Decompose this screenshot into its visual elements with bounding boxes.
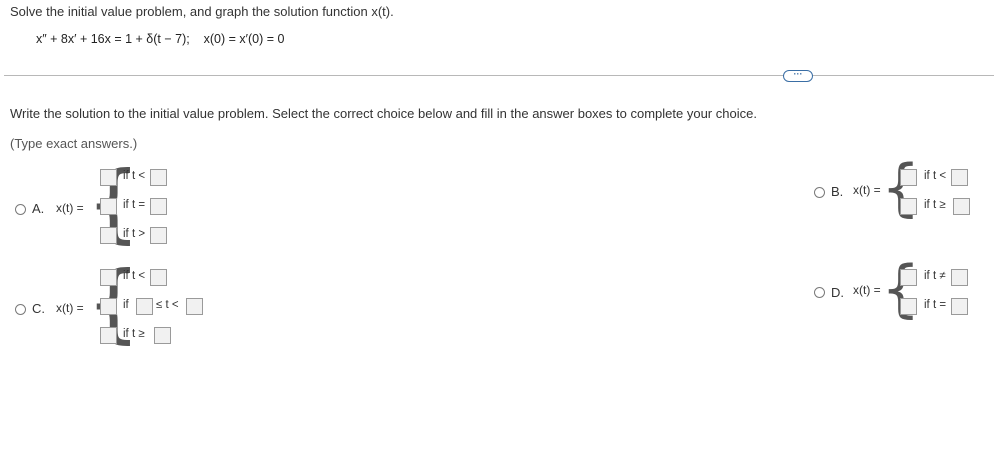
instructions-text: Write the solution to the initial value … [10,106,757,121]
choice-c-cond-1: if t < [123,270,146,282]
choice-c-bound-3[interactable] [154,327,171,344]
choice-b-lhs: x(t) = [853,183,881,197]
choice-a-expr-2[interactable] [100,198,117,215]
choice-b-expr-1[interactable] [900,169,917,186]
choice-b-cond-2: if t ≥ [924,199,946,211]
choice-c-expr-2[interactable] [100,298,117,315]
choice-a-cond-1: if t < [123,170,146,182]
choice-c-lower-bound-2[interactable] [136,298,153,315]
choice-d-letter: D. [831,285,844,300]
choice-c-radio[interactable] [15,304,26,315]
choice-c-upper-bound-2[interactable] [186,298,203,315]
choice-c-cond-3: if t ≥ [123,328,145,340]
choice-b-expr-2[interactable] [900,198,917,215]
divider [4,75,994,76]
choice-c-expr-1[interactable] [100,269,117,286]
choice-c-letter: C. [32,301,45,316]
choice-a-expr-3[interactable] [100,227,117,244]
choice-a-cond-2: if t = [123,199,146,211]
choice-c-bound-1[interactable] [150,269,167,286]
choice-a-letter: A. [32,201,45,216]
choice-c-cond-2-prefix: if [123,299,129,311]
choice-d-cond-2: if t = [924,299,947,311]
choice-a-expr-1[interactable] [100,169,117,186]
choice-d-expr-1[interactable] [900,269,917,286]
choice-b-radio[interactable] [814,187,825,198]
choice-b-letter: B. [831,184,844,199]
choice-d-bound-1[interactable] [951,269,968,286]
choice-b-bound-2[interactable] [953,198,970,215]
choice-d-radio[interactable] [814,287,825,298]
choice-d-bound-2[interactable] [951,298,968,315]
question-prompt: Solve the initial value problem, and gra… [10,4,394,19]
choice-c-cond-2-suffix: ≤ t < [156,299,179,311]
choice-d-cond-1: if t ≠ [924,270,946,282]
choice-a-bound-1[interactable] [150,169,167,186]
expand-more-button[interactable]: ··· [783,70,813,82]
choice-d-expr-2[interactable] [900,298,917,315]
choice-a-lhs: x(t) = [56,201,84,215]
choice-d-lhs: x(t) = [853,283,881,297]
choice-b-bound-1[interactable] [951,169,968,186]
ivp-equation: x″ + 8x′ + 16x = 1 + δ(t − 7); x(0) = x′… [36,32,285,46]
type-exact-hint: (Type exact answers.) [10,136,138,151]
choice-a-cond-3: if t > [123,228,146,240]
choice-a-bound-2[interactable] [150,198,167,215]
choice-c-expr-3[interactable] [100,327,117,344]
choice-a-bound-3[interactable] [150,227,167,244]
choice-c-lhs: x(t) = [56,301,84,315]
choice-a-radio[interactable] [15,204,26,215]
choice-b-cond-1: if t < [924,170,947,182]
